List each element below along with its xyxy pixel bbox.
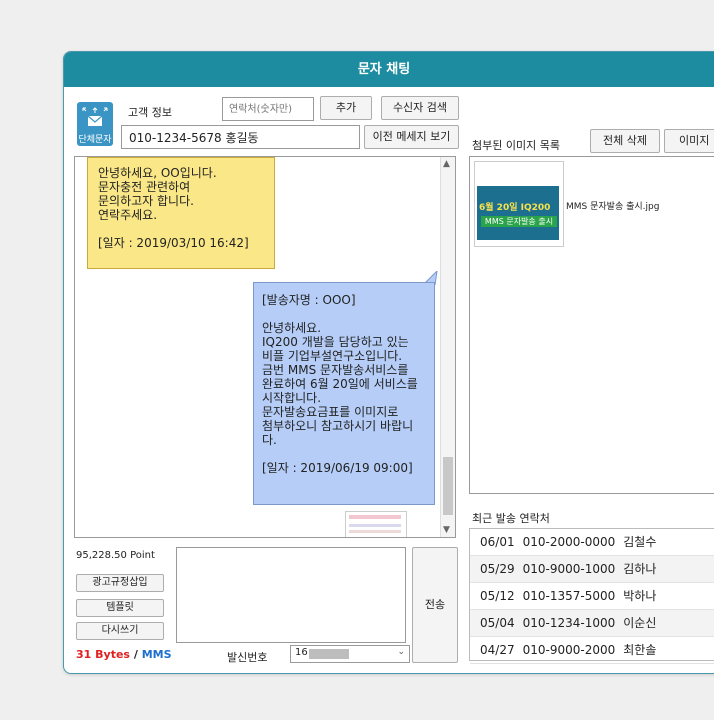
customer-phone-field[interactable]: 010-1234-5678 홍길동 xyxy=(121,125,360,149)
scroll-up-icon[interactable]: ▲ xyxy=(443,159,450,169)
recent-contacts-label: 최근 발송 연락처 xyxy=(472,512,550,525)
sender-number-value: 16 xyxy=(295,647,308,658)
template-button[interactable]: 템플릿 xyxy=(76,599,164,617)
send-button[interactable]: 전송 xyxy=(412,547,458,663)
incoming-line: 안녕하세요, OO입니다. xyxy=(98,166,217,180)
recent-phone: 010-2000-0000 xyxy=(522,535,616,549)
recent-date: 06/01 xyxy=(480,535,515,549)
recent-contact-row[interactable]: 05/12 010-1357-5000 박하나 xyxy=(470,583,714,610)
thumb-subtitle-line: MMS 문자발송 출시 xyxy=(481,216,557,227)
byte-counter: 31 Bytes / MMS xyxy=(76,648,172,661)
point-balance: 95,228.50 Point xyxy=(76,550,155,561)
incoming-message-bubble: 안녕하세요, OO입니다. 문자충전 관련하여 문의하고자 합니다. 연락주세요… xyxy=(87,157,275,269)
group-message-label: 단체문자 xyxy=(78,135,112,145)
group-message-button[interactable]: 단체문자 xyxy=(77,102,113,146)
window-title: 문자 채팅 xyxy=(64,52,714,87)
recent-phone: 010-1234-1000 xyxy=(522,616,616,630)
previous-messages-button[interactable]: 이전 메세지 보기 xyxy=(364,125,459,149)
attachment-filename: MMS 문자발송 출시.jpg xyxy=(566,202,660,212)
chevron-down-icon[interactable]: ⌄ xyxy=(397,647,405,657)
recent-contacts-list[interactable]: 06/01 010-2000-0000 김철수 05/29 010-9000-1000… xyxy=(469,528,714,664)
recent-date: 05/29 xyxy=(480,562,515,576)
ad-rule-insert-button[interactable]: 광고규정삽입 xyxy=(76,574,164,592)
recent-contact-row[interactable]: 06/01 010-2000-0000 김철수 xyxy=(470,529,714,556)
incoming-date: [일자 : 2019/03/10 16:42] xyxy=(98,236,249,250)
attachments-label: 첨부된 이미지 목록 xyxy=(472,139,560,152)
recent-contact-row[interactable]: 05/04 010-1234-1000 이순신 xyxy=(470,610,714,637)
sms-chat-window: 문자 채팅 단체문자 고객 정보 추가 수신자 검색 010-1234-5678… xyxy=(63,51,714,674)
recent-phone: 010-1357-5000 xyxy=(522,589,616,603)
scroll-down-icon[interactable]: ▼ xyxy=(443,525,450,535)
outgoing-message-bubble: [발송자명 : OOO] 안녕하세요. IQ200 개발을 담당하고 있는 비플… xyxy=(253,282,435,505)
recent-contact-row[interactable]: 04/27 010-9000-2000 최한솔 xyxy=(470,637,714,664)
message-textarea[interactable] xyxy=(176,547,406,643)
recent-date: 05/04 xyxy=(480,616,515,630)
add-button[interactable]: 추가 xyxy=(320,96,372,120)
rewrite-button[interactable]: 다시쓰기 xyxy=(76,622,164,640)
thumb-title-line: 6월 20일 IQ200 xyxy=(479,203,551,213)
recent-contact-row[interactable]: 05/29 010-9000-1000 김하나 xyxy=(470,556,714,583)
masked-number xyxy=(309,649,349,659)
recent-phone: 010-9000-1000 xyxy=(522,562,616,576)
chat-scrollbar[interactable]: ▲ ▼ xyxy=(440,157,455,537)
recent-date: 05/12 xyxy=(480,589,515,603)
recent-name: 김철수 xyxy=(623,535,657,549)
sender-number-select[interactable]: 16 ⌄ xyxy=(290,645,410,663)
incoming-line: 문의하고자 합니다. xyxy=(98,194,194,208)
chat-history[interactable]: 안녕하세요, OO입니다. 문자충전 관련하여 문의하고자 합니다. 연락주세요… xyxy=(74,156,456,538)
image-button[interactable]: 이미지 xyxy=(664,129,714,153)
contact-input[interactable] xyxy=(222,97,314,121)
attached-image-preview[interactable] xyxy=(345,511,407,537)
scrollbar-thumb[interactable] xyxy=(443,457,453,515)
byte-count: 31 Bytes xyxy=(76,648,130,661)
customer-info-label: 고객 정보 xyxy=(128,106,172,119)
recent-date: 04/27 xyxy=(480,643,515,657)
recipient-search-button[interactable]: 수신자 검색 xyxy=(381,96,459,120)
message-type: MMS xyxy=(141,648,172,661)
recent-name: 이순신 xyxy=(623,616,657,630)
recent-name: 김하나 xyxy=(623,562,657,576)
incoming-line: 문자충전 관련하여 xyxy=(98,180,191,194)
incoming-line: 연락주세요. xyxy=(98,208,158,222)
byte-separator: / xyxy=(133,648,138,661)
recent-phone: 010-9000-2000 xyxy=(522,643,616,657)
delete-all-button[interactable]: 전체 삭제 xyxy=(590,129,660,153)
recent-name: 박하나 xyxy=(623,589,657,603)
attachment-thumbnail[interactable]: 6월 20일 IQ200 MMS 문자발송 출시 xyxy=(474,161,564,247)
incoming-spacer xyxy=(98,222,264,236)
attachment-list[interactable]: 6월 20일 IQ200 MMS 문자발송 출시 MMS 문자발송 출시.jpg xyxy=(469,156,714,494)
recent-name: 최한솔 xyxy=(623,643,657,657)
sender-number-label: 발신번호 xyxy=(227,651,268,664)
customer-phone-value: 010-1234-5678 홍길동 xyxy=(129,131,259,145)
envelope-icon xyxy=(82,107,108,126)
